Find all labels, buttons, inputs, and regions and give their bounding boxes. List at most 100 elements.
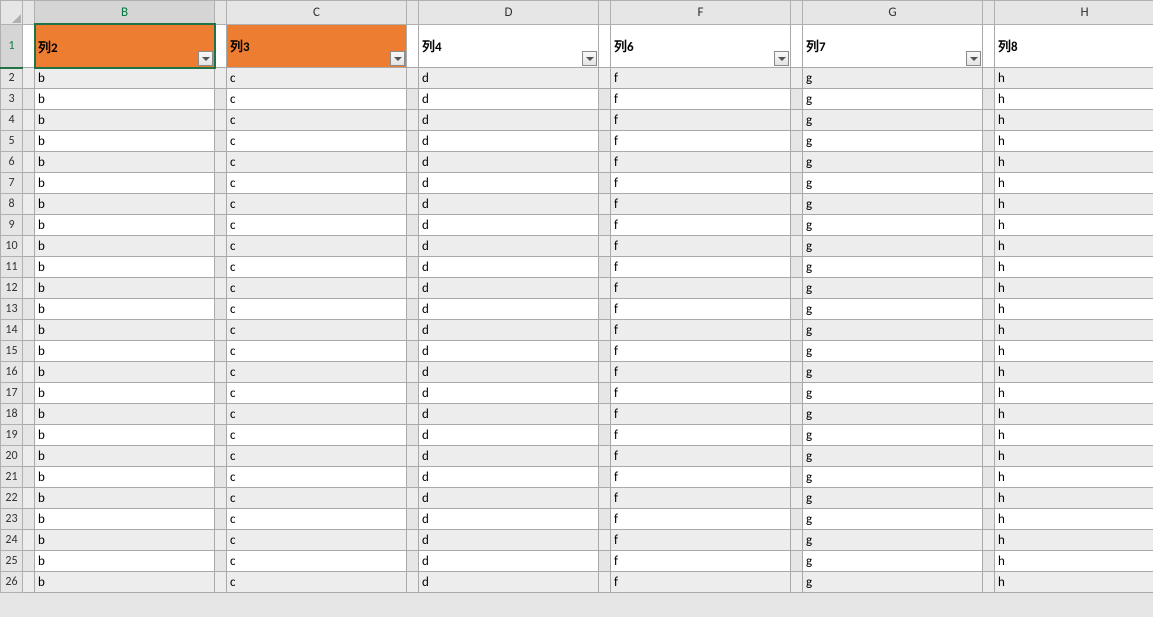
spacer-cell[interactable] — [407, 257, 419, 278]
data-cell[interactable]: d — [419, 215, 599, 236]
data-cell[interactable]: b — [35, 467, 215, 488]
row-header-2[interactable]: 2 — [1, 68, 23, 89]
data-cell[interactable]: f — [611, 299, 791, 320]
data-cell[interactable]: d — [419, 173, 599, 194]
data-cell[interactable]: f — [611, 446, 791, 467]
spacer-cell[interactable] — [407, 24, 419, 68]
col-header-spacer[interactable] — [791, 1, 803, 25]
data-cell[interactable]: b — [35, 110, 215, 131]
spacer-cell[interactable] — [215, 89, 227, 110]
data-cell[interactable]: d — [419, 320, 599, 341]
spacer-cell[interactable] — [983, 320, 995, 341]
data-cell[interactable]: h — [995, 467, 1153, 488]
data-cell[interactable]: d — [419, 110, 599, 131]
data-cell[interactable]: f — [611, 68, 791, 89]
spacer-cell[interactable] — [983, 257, 995, 278]
spacer-cell[interactable] — [791, 425, 803, 446]
data-cell[interactable]: b — [35, 362, 215, 383]
data-cell[interactable]: h — [995, 194, 1153, 215]
data-cell[interactable]: h — [995, 299, 1153, 320]
spacer-cell[interactable] — [791, 215, 803, 236]
filter-dropdown-icon[interactable] — [390, 51, 405, 66]
data-cell[interactable]: b — [35, 152, 215, 173]
data-cell[interactable]: b — [35, 173, 215, 194]
spacer-cell[interactable] — [983, 152, 995, 173]
spacer-cell[interactable] — [215, 152, 227, 173]
spacer-cell[interactable] — [215, 551, 227, 572]
data-cell[interactable]: b — [35, 257, 215, 278]
data-cell[interactable]: h — [995, 110, 1153, 131]
spacer-cell[interactable] — [407, 362, 419, 383]
data-cell[interactable]: f — [611, 131, 791, 152]
data-cell[interactable]: h — [995, 425, 1153, 446]
data-cell[interactable]: g — [803, 257, 983, 278]
data-cell[interactable]: c — [227, 404, 407, 425]
spacer-cell[interactable] — [215, 530, 227, 551]
data-cell[interactable]: b — [35, 278, 215, 299]
spacer-cell[interactable] — [215, 509, 227, 530]
data-cell[interactable]: g — [803, 299, 983, 320]
spacer-cell[interactable] — [407, 341, 419, 362]
spacer-cell[interactable] — [983, 341, 995, 362]
row-header-26[interactable]: 26 — [1, 572, 23, 593]
spacer-cell[interactable] — [599, 551, 611, 572]
data-cell[interactable]: f — [611, 341, 791, 362]
spacer-cell[interactable] — [215, 131, 227, 152]
spacer-cell[interactable] — [23, 320, 35, 341]
data-cell[interactable]: c — [227, 572, 407, 593]
spacer-cell[interactable] — [983, 194, 995, 215]
spacer-cell[interactable] — [599, 257, 611, 278]
data-cell[interactable]: g — [803, 425, 983, 446]
data-cell[interactable]: f — [611, 362, 791, 383]
spacer-cell[interactable] — [599, 110, 611, 131]
spacer-cell[interactable] — [215, 173, 227, 194]
spacer-cell[interactable] — [215, 194, 227, 215]
spacer-cell[interactable] — [599, 24, 611, 68]
row-header-13[interactable]: 13 — [1, 299, 23, 320]
data-cell[interactable]: b — [35, 488, 215, 509]
data-cell[interactable]: c — [227, 467, 407, 488]
spacer-cell[interactable] — [215, 362, 227, 383]
row-header-3[interactable]: 3 — [1, 89, 23, 110]
data-cell[interactable]: c — [227, 509, 407, 530]
spacer-cell[interactable] — [407, 320, 419, 341]
data-cell[interactable]: h — [995, 509, 1153, 530]
data-cell[interactable]: d — [419, 551, 599, 572]
data-cell[interactable]: g — [803, 446, 983, 467]
data-cell[interactable]: d — [419, 425, 599, 446]
spacer-cell[interactable] — [599, 299, 611, 320]
data-cell[interactable]: d — [419, 488, 599, 509]
data-cell[interactable]: g — [803, 362, 983, 383]
spacer-cell[interactable] — [599, 572, 611, 593]
spacer-cell[interactable] — [791, 257, 803, 278]
data-cell[interactable]: d — [419, 152, 599, 173]
data-cell[interactable]: h — [995, 278, 1153, 299]
data-cell[interactable]: b — [35, 530, 215, 551]
data-cell[interactable]: g — [803, 278, 983, 299]
spacer-cell[interactable] — [599, 278, 611, 299]
spacer-cell[interactable] — [983, 131, 995, 152]
data-cell[interactable]: c — [227, 215, 407, 236]
data-cell[interactable]: b — [35, 320, 215, 341]
data-cell[interactable]: g — [803, 320, 983, 341]
spacer-cell[interactable] — [407, 131, 419, 152]
spacer-cell[interactable] — [23, 68, 35, 89]
spacer-cell[interactable] — [599, 341, 611, 362]
data-cell[interactable]: c — [227, 446, 407, 467]
data-cell[interactable]: c — [227, 236, 407, 257]
spacer-cell[interactable] — [23, 278, 35, 299]
data-cell[interactable]: g — [803, 572, 983, 593]
spacer-cell[interactable] — [983, 383, 995, 404]
data-cell[interactable]: h — [995, 215, 1153, 236]
data-cell[interactable]: b — [35, 236, 215, 257]
data-cell[interactable]: c — [227, 278, 407, 299]
spacer-cell[interactable] — [599, 509, 611, 530]
data-cell[interactable]: f — [611, 509, 791, 530]
spacer-cell[interactable] — [599, 425, 611, 446]
data-cell[interactable]: c — [227, 530, 407, 551]
spacer-cell[interactable] — [599, 68, 611, 89]
spacer-cell[interactable] — [407, 572, 419, 593]
col-header-spacer[interactable] — [599, 1, 611, 25]
data-cell[interactable]: b — [35, 194, 215, 215]
spacer-cell[interactable] — [215, 24, 227, 68]
